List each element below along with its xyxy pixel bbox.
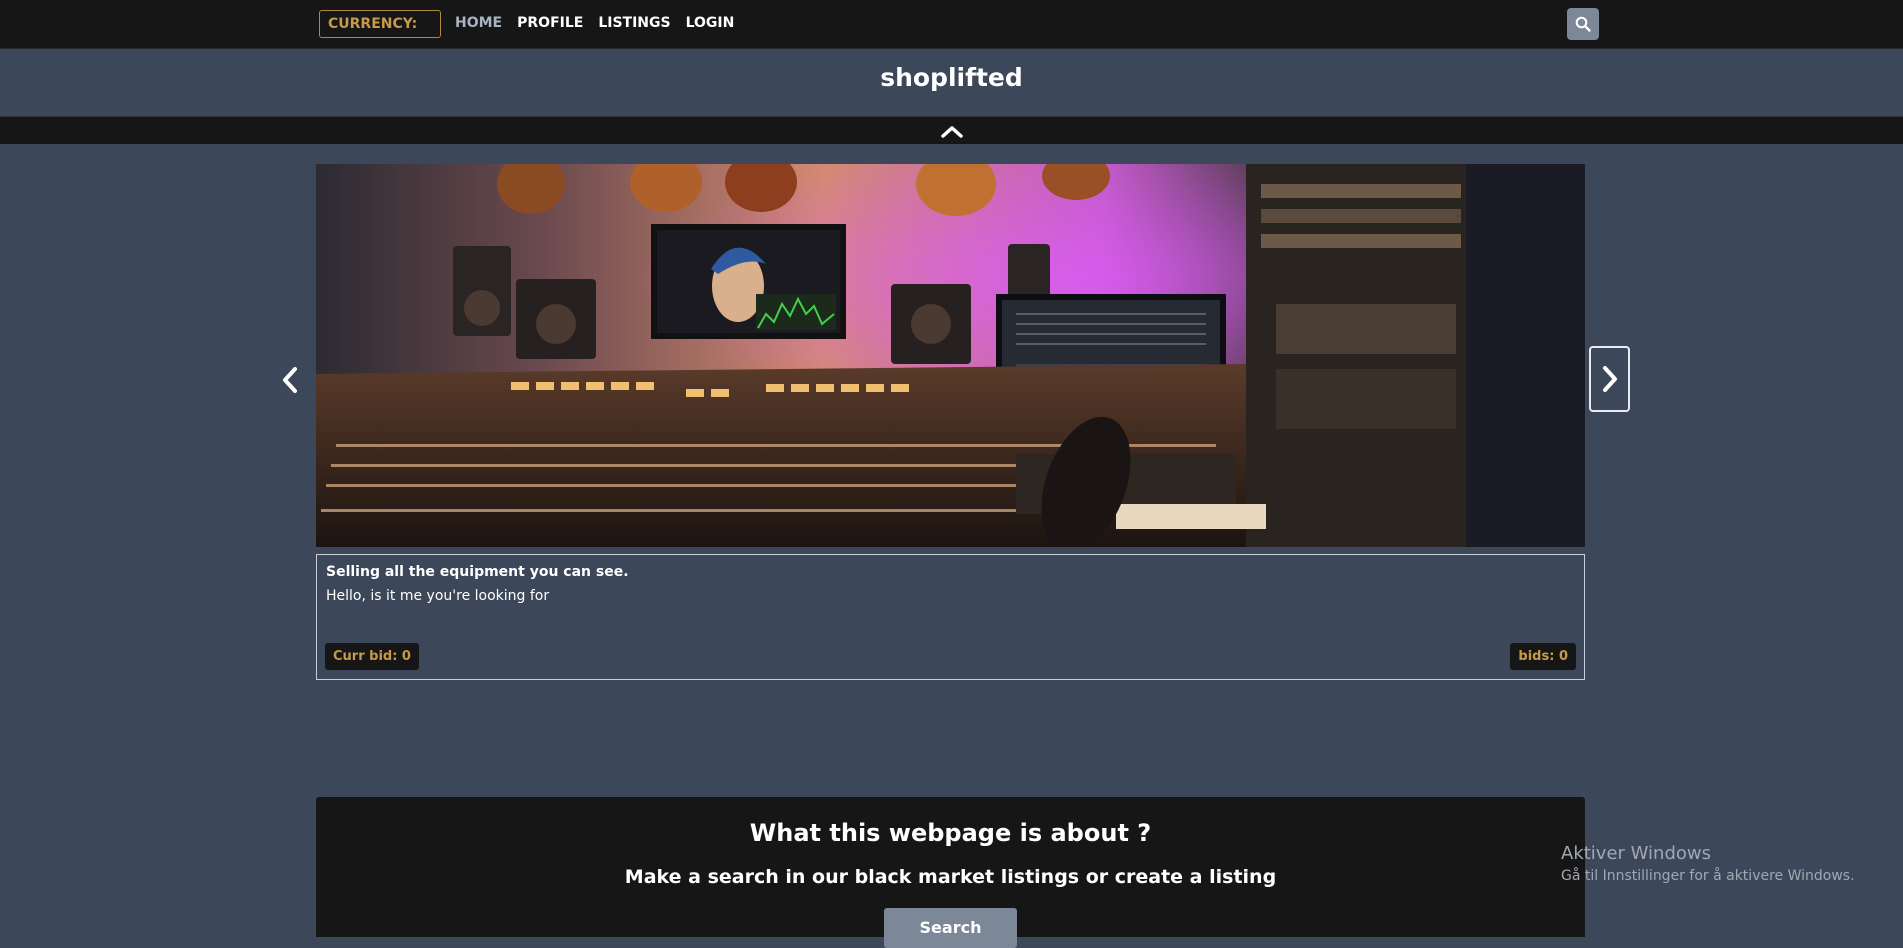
about-section: What this webpage is about ? Make a sear… xyxy=(316,797,1585,948)
watermark-title: Aktiver Windows xyxy=(1561,843,1711,864)
currency-selector[interactable]: CURRENCY: xyxy=(319,10,441,38)
studio-photo xyxy=(316,164,1585,547)
listing-caption[interactable]: Selling all the equipment you can see. H… xyxy=(316,554,1585,680)
chevron-left-icon xyxy=(283,367,297,393)
carousel-next-button[interactable] xyxy=(1589,346,1630,412)
bid-count-badge: bids: 0 xyxy=(1510,643,1576,670)
top-navbar: CURRENCY: HOME PROFILE LISTINGS LOGIN xyxy=(0,0,1903,49)
listing-description: Hello, is it me you're looking for xyxy=(326,588,550,604)
carousel-prev-button[interactable] xyxy=(270,360,310,400)
nav-home-link[interactable]: HOME xyxy=(455,15,502,31)
title-bar: shoplifted xyxy=(0,49,1903,117)
listing-image[interactable] xyxy=(316,164,1585,547)
nav-listings-link[interactable]: LISTINGS xyxy=(598,15,670,31)
nav-login-link[interactable]: LOGIN xyxy=(686,15,735,31)
chevron-right-icon xyxy=(1602,366,1617,392)
search-button[interactable] xyxy=(1567,8,1599,40)
collapse-toggle[interactable] xyxy=(0,117,1903,144)
chevron-up-icon xyxy=(940,125,963,138)
about-subheading: Make a search in our black market listin… xyxy=(624,866,1277,888)
current-bid-badge: Curr bid: 0 xyxy=(325,643,419,670)
site-title: shoplifted xyxy=(880,63,1023,92)
nav-links: HOME PROFILE LISTINGS LOGIN xyxy=(455,15,734,31)
search-icon xyxy=(1575,16,1591,32)
about-heading: What this webpage is about ? xyxy=(749,819,1152,847)
watermark-subtitle: Gå til Innstillinger for å aktivere Wind… xyxy=(1561,868,1855,884)
windows-activation-watermark: Aktiver Windows Gå til Innstillinger for… xyxy=(1561,843,1855,884)
listing-title: Selling all the equipment you can see. xyxy=(326,564,629,580)
nav-profile-link[interactable]: PROFILE xyxy=(517,15,583,31)
about-search-button[interactable]: Search xyxy=(884,908,1017,948)
